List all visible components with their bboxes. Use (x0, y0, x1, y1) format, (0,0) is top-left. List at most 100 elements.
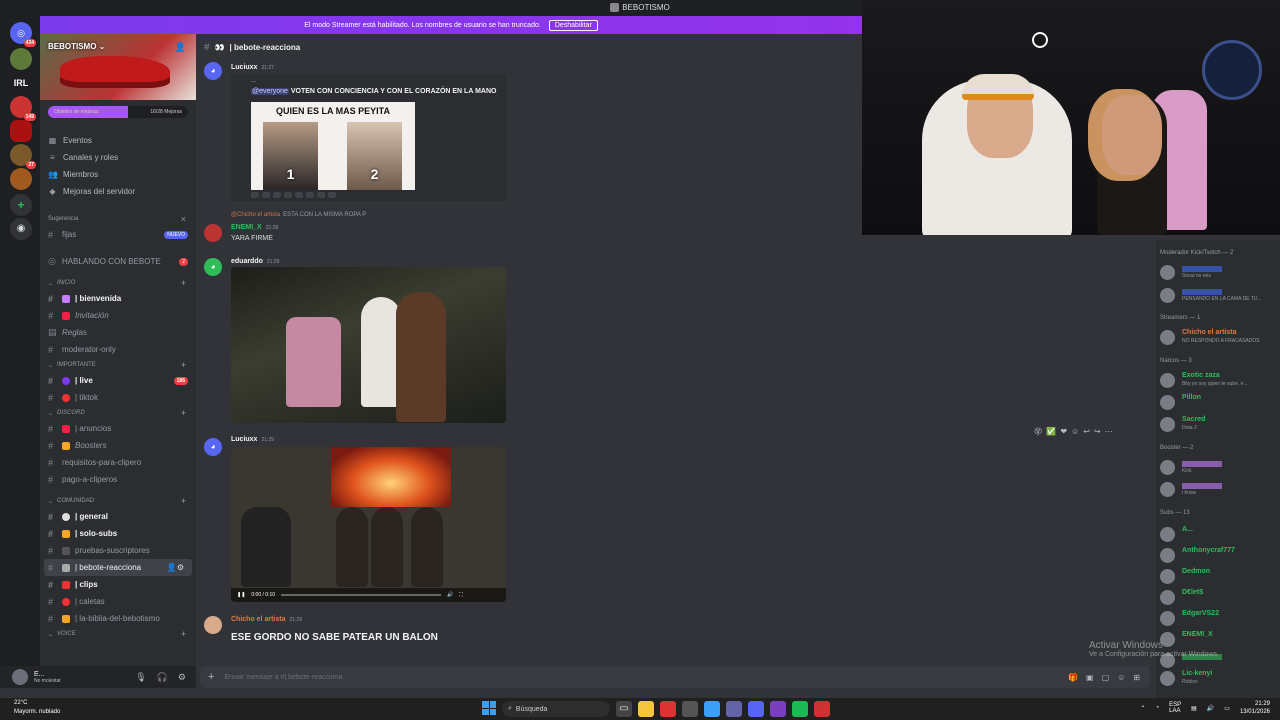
fullscreen-icon[interactable]: ⛶ (459, 592, 463, 598)
attach-plus-icon[interactable]: + (208, 671, 214, 683)
avatar[interactable] (204, 224, 222, 242)
close-icon[interactable]: × (181, 214, 186, 224)
microphone-icon[interactable]: 🎙 (135, 672, 146, 683)
video-progress-bar[interactable] (281, 594, 442, 596)
nav-channels-roles[interactable]: ≡ Canales y roles (40, 149, 196, 166)
server-icon-6[interactable] (10, 168, 32, 190)
channel-moderator-only[interactable]: # moderator-only (40, 341, 196, 358)
weather-widget[interactable]: 22°C Mayorm. nublado (14, 699, 60, 717)
server-icon-3[interactable]: 149 (10, 96, 36, 121)
clock[interactable]: 21:29 13/01/2026 (1240, 700, 1270, 716)
message-author[interactable]: Luciuxx (231, 64, 257, 71)
channel-clips[interactable]: # | clips (40, 576, 196, 593)
message-author[interactable]: Chicho el artista (231, 616, 285, 623)
server-icon-irl[interactable]: IRL (10, 72, 32, 94)
emoji-icon[interactable]: ☺ (1117, 673, 1125, 682)
forwarded-embed[interactable]: — @everyone VOTEN CON CONCIENCIA Y CON E… (231, 74, 506, 201)
member-item[interactable]: Chicho el artista NO RESPONDO A FRACASADO… (1158, 327, 1278, 347)
reply-reference[interactable]: @Chicho el artista ESTA CON LA MISMA ROPA… (231, 212, 366, 218)
apps-icon[interactable]: ⊞ (1133, 673, 1140, 682)
member-item[interactable]: Sacred Dota 2 (1158, 414, 1278, 434)
network-icon[interactable]: ▤ (1191, 705, 1197, 712)
channel-fijas[interactable]: # fijas NUEVO (40, 226, 196, 243)
message-author[interactable]: Luciuxx (231, 436, 257, 443)
add-channel-icon[interactable]: + (181, 629, 186, 639)
add-channel-icon[interactable]: + (181, 496, 186, 506)
chevron-up-icon[interactable]: ⌃ (1140, 705, 1145, 712)
task-view-icon[interactable]: ▭ (616, 701, 632, 717)
heart-reaction-icon[interactable]: ❤ (1060, 427, 1067, 436)
gif-icon[interactable]: ▣ (1086, 673, 1094, 682)
member-item[interactable]: D€let$ (1158, 587, 1278, 607)
discord-avatar-icon[interactable]: ◕ (204, 62, 222, 80)
channel-bebote-reacciona[interactable]: # | bebote-reacciona 👤⚙ (44, 559, 192, 576)
poll-image[interactable]: QUIEN ES LA MAS PEYITA 1 2 (251, 102, 415, 190)
member-item[interactable]: i know (1158, 479, 1278, 499)
boost-progress[interactable]: Objetivo de mejoras 16/28 Mejoras (48, 106, 188, 118)
member-item[interactable]: Anthonycraf777 (1158, 545, 1278, 565)
message-author[interactable]: eduarddo (231, 258, 263, 265)
category-voice[interactable]: ⌄ VOICE + (40, 627, 196, 641)
message-author[interactable]: ENEMI_X (231, 224, 262, 231)
member-item[interactable]: Exotic zaza Bby yo soy quien te sube, e..… (1158, 370, 1278, 390)
channel-live[interactable]: # | live 186 (40, 372, 196, 389)
disable-streamer-button[interactable]: Deshabilitar (548, 19, 598, 31)
emoji-reaction-icon[interactable]: 😵 (1034, 427, 1042, 436)
check-reaction-icon[interactable]: ✅ (1046, 427, 1056, 436)
member-item[interactable]: Sosui no ees (1158, 262, 1278, 282)
taskbar-search[interactable]: ⌕ Búsqueda (502, 701, 610, 717)
channel-anuncios[interactable]: # | anuncios (40, 420, 196, 437)
category-sugerencia[interactable]: Sugerencia × (40, 212, 196, 226)
video-controls[interactable]: ❚❚ 0:00 / 0:10 🔊 ⛶ (231, 588, 506, 602)
channel-tiktok[interactable]: # | tiktok (40, 389, 196, 406)
member-item[interactable]: Kick (1158, 457, 1278, 477)
channel-pago[interactable]: # pago-a-cliperos (40, 471, 196, 488)
server-icon-1[interactable] (10, 48, 32, 70)
category-discord[interactable]: ⌄ DISCORD + (40, 406, 196, 420)
video-attachment[interactable]: ❚❚ 0:00 / 0:10 🔊 ⛶ (231, 447, 506, 602)
teams-icon[interactable] (726, 701, 742, 717)
spotify-icon[interactable] (792, 701, 808, 717)
channel-solo-subs[interactable]: # | solo-subs (40, 525, 196, 542)
reactions[interactable] (251, 192, 336, 198)
channel-hablando-con-bebote[interactable]: ◎ HABLANDO CON BEBOTE 2 (40, 253, 196, 270)
app-icon[interactable] (770, 701, 786, 717)
server-icon-5[interactable]: 27 (10, 144, 36, 169)
nav-server-boost[interactable]: ◆ Mejoras del servidor (40, 183, 196, 200)
file-explorer-icon[interactable] (638, 701, 654, 717)
server-icon-bebotismo[interactable] (10, 120, 32, 142)
avatar[interactable] (12, 669, 28, 685)
language-indicator[interactable]: ESP LAA (1169, 702, 1181, 714)
wifi-icon[interactable]: ◔ (1156, 705, 1160, 711)
message-composer[interactable]: + Enviar mensaje a #| bebote-reacciona 🎁… (200, 666, 1150, 688)
category-inicio[interactable]: ⌄ INICIO + (40, 276, 196, 290)
headphones-icon[interactable]: 🎧 (157, 672, 168, 683)
channel-biblia[interactable]: # | la-biblia-del-bebotismo (40, 610, 196, 627)
nav-members[interactable]: 👥 Miembros (40, 166, 196, 183)
discover-icon[interactable]: ◉ (10, 218, 32, 240)
invite-settings-icons[interactable]: 👤⚙ (167, 563, 184, 572)
add-server-icon[interactable]: + (10, 194, 32, 216)
channel-invitacion[interactable]: # Invitación (40, 307, 196, 324)
home-button[interactable]: ◎ 434 (10, 22, 36, 47)
server-header[interactable]: BEBOTISMO ⌄ 👤 (40, 34, 196, 100)
category-comunidad[interactable]: ⌄ COMUNIDAD + (40, 494, 196, 508)
discord-taskbar-icon[interactable] (748, 701, 764, 717)
channel-caletas[interactable]: # | caletas (40, 593, 196, 610)
composer-placeholder[interactable]: Enviar mensaje a #| bebote-reacciona (224, 674, 342, 681)
start-button[interactable] (482, 701, 496, 715)
chrome-icon[interactable] (704, 701, 720, 717)
category-importante[interactable]: ⌄ IMPORTANTE + (40, 358, 196, 372)
volume-icon[interactable]: 🔊 (1207, 705, 1214, 712)
more-icon[interactable]: ⋯ (1105, 427, 1113, 436)
battery-icon[interactable]: ▭ (1224, 705, 1230, 712)
member-item[interactable]: A... (1158, 524, 1278, 544)
add-reaction-icon[interactable]: ☺ (1071, 427, 1079, 436)
member-item[interactable]: PENSANDO EN LA CAMA DE TU... (1158, 285, 1278, 305)
discord-avatar-icon[interactable]: ◕ (204, 258, 222, 276)
nav-events[interactable]: ▦ Eventos (40, 132, 196, 149)
channel-boosters[interactable]: # Boosters (40, 437, 196, 454)
brave-icon[interactable] (660, 701, 676, 717)
gift-icon[interactable]: 🎁 (1068, 673, 1078, 682)
member-item[interactable]: Dedmon (1158, 566, 1278, 586)
